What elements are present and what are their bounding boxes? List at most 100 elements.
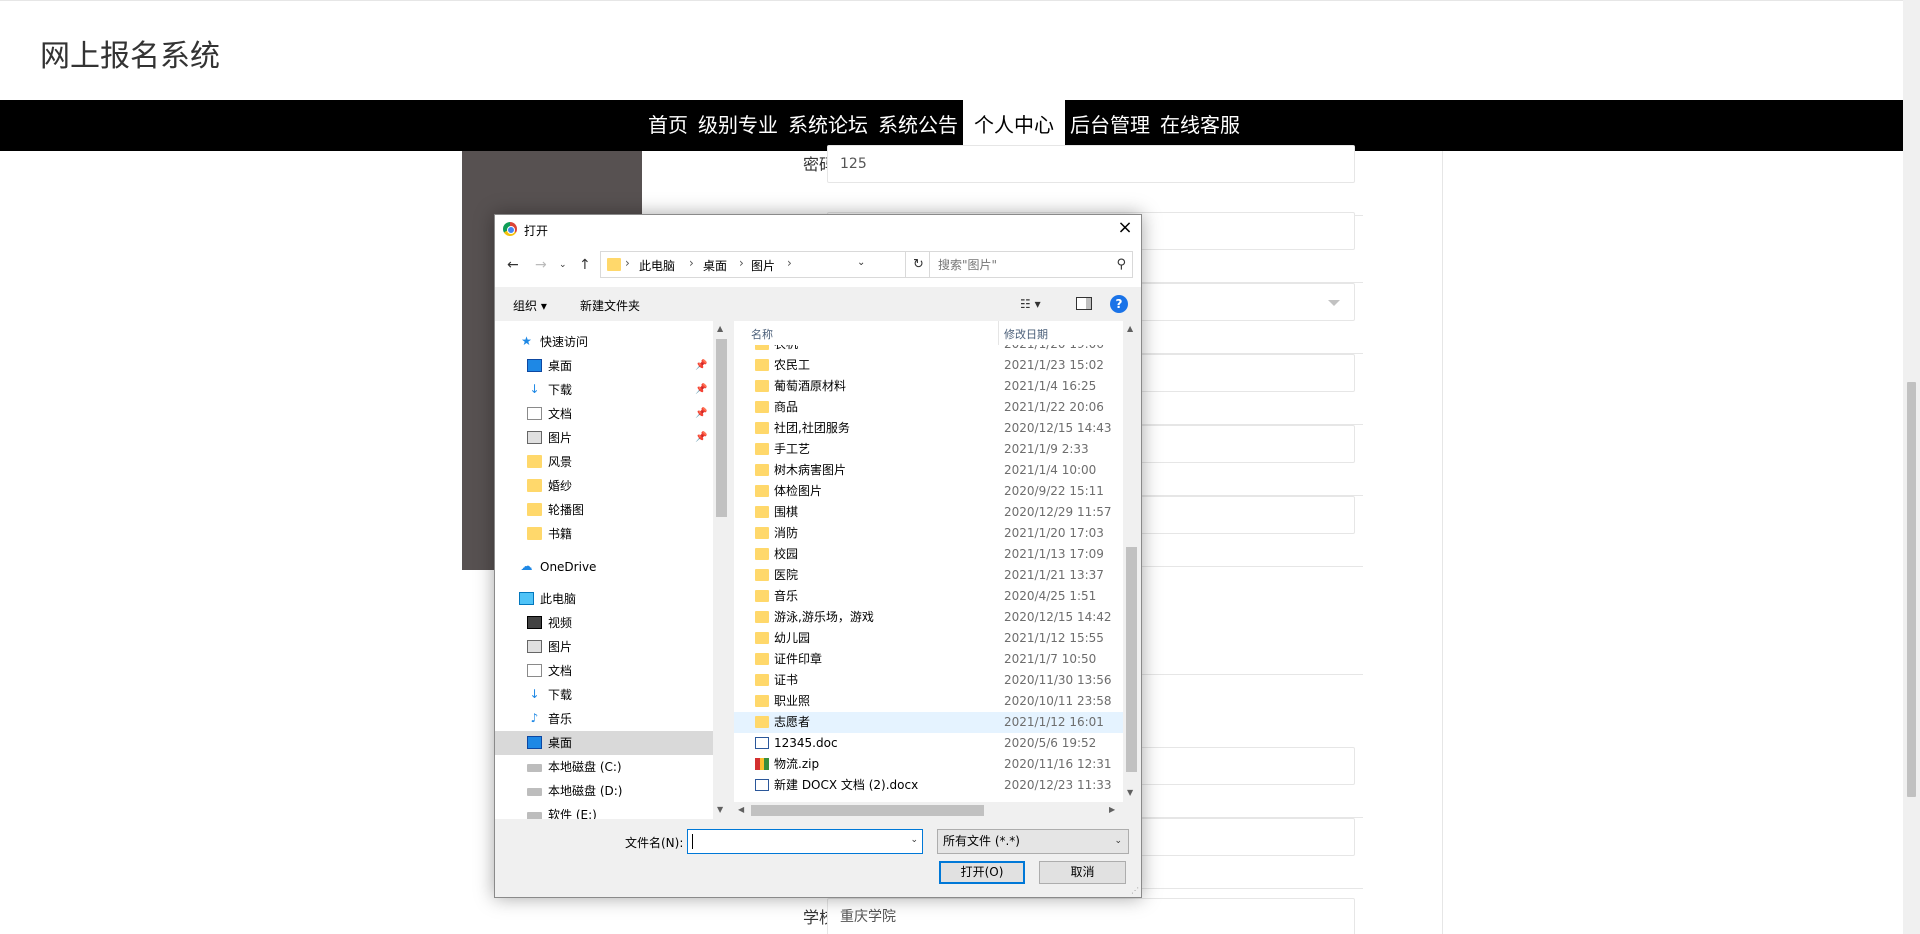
help-icon[interactable]: ? (1110, 295, 1128, 313)
back-arrow-icon[interactable]: ← (507, 257, 519, 273)
forward-arrow-icon[interactable]: → (535, 257, 547, 273)
tree-item[interactable]: 婚纱 (495, 474, 713, 498)
tree-item[interactable]: 书籍 (495, 522, 713, 546)
tree-item[interactable]: 本地磁盘 (D:) (495, 779, 713, 803)
tree-item[interactable]: ♪ 音乐 (495, 707, 713, 731)
file-name: 志愿者 (774, 715, 811, 729)
tree-item[interactable]: 此电脑 (495, 587, 713, 611)
tree-item[interactable]: 图片 📌 (495, 426, 713, 450)
file-list-horizontal-scrollbar-thumb[interactable] (751, 805, 984, 816)
page-scrollbar-thumb[interactable] (1907, 382, 1916, 797)
file-row[interactable]: 音乐 2020/4/25 1:51 (734, 586, 1123, 607)
scroll-right-icon[interactable]: ▶ (1109, 805, 1115, 814)
file-row[interactable]: 幼儿园 2021/1/12 15:55 (734, 628, 1123, 649)
password-field[interactable]: 125 (827, 145, 1355, 183)
file-list-header: ⌃ 名称 修改日期 (734, 321, 1123, 345)
open-button[interactable]: 打开(O) (939, 861, 1025, 884)
up-arrow-icon[interactable]: ↑ (579, 257, 591, 273)
scroll-left-icon[interactable]: ◀ (738, 805, 744, 814)
file-row[interactable]: 医院 2021/1/21 13:37 (734, 565, 1123, 586)
file-row[interactable]: 树木病害图片 2021/1/4 10:00 (734, 460, 1123, 481)
tree-item[interactable]: 风景 (495, 450, 713, 474)
close-button[interactable]: × (1113, 217, 1137, 241)
search-box[interactable]: ⚲ (929, 251, 1133, 278)
address-row: ← → ⌄ ↑ › 此电脑 › 桌面 › 图片 › ⌄ ↻ ⚲ (495, 243, 1141, 287)
breadcrumb-pictures[interactable]: 图片 (751, 257, 775, 274)
nav-item-6[interactable]: 在线客服 (1155, 100, 1245, 151)
nav-item-0[interactable]: 首页 (643, 100, 693, 151)
tree-item[interactable]: 本地磁盘 (C:) (495, 755, 713, 779)
browser-viewport: 网上报名系统 首页 级别专业 系统论坛 系统公告 个人中心 后台管理 在线客服 密码 125 (0, 0, 1920, 934)
file-row[interactable]: 商品 2021/1/22 20:06 (734, 397, 1123, 418)
organize-button[interactable]: 组织 ▾ (513, 297, 547, 314)
tree-item[interactable]: 桌面 📌 (495, 354, 713, 378)
file-row[interactable]: 消防 2021/1/20 17:03 (734, 523, 1123, 544)
search-input[interactable] (930, 252, 1106, 277)
chevron-down-icon[interactable]: ⌄ (857, 257, 865, 268)
scroll-up-icon[interactable]: ▲ (717, 324, 723, 333)
file-row[interactable]: 围棋 2020/12/29 11:57 (734, 502, 1123, 523)
column-date-modified[interactable]: 修改日期 (1004, 326, 1048, 342)
nav-item-2[interactable]: 系统论坛 (783, 100, 873, 151)
view-options-icon[interactable]: ☷ ▾ (1020, 297, 1041, 311)
file-row[interactable]: 游泳,游乐场，游戏 2020/12/15 14:42 (734, 607, 1123, 628)
column-name[interactable]: 名称 (751, 326, 773, 342)
file-row[interactable]: 体检图片 2020/9/22 15:11 (734, 481, 1123, 502)
file-row[interactable]: 社团,社团服务 2020/12/15 14:43 (734, 418, 1123, 439)
school-field[interactable]: 重庆学院 (827, 898, 1355, 934)
scroll-down-icon[interactable]: ▼ (1127, 788, 1133, 797)
filename-combo[interactable]: ⌄ (687, 829, 923, 854)
document-icon (755, 779, 769, 791)
tree-item[interactable]: ↓ 下载 📌 (495, 378, 713, 402)
navigation-pane-scrollbar-thumb[interactable] (716, 339, 727, 517)
file-list-vertical-scrollbar-thumb[interactable] (1126, 547, 1137, 772)
tree-item[interactable]: 文档 📌 (495, 402, 713, 426)
file-row[interactable]: 新建 DOCX 文档 (2).docx 2020/12/23 11:33 (734, 775, 1123, 796)
file-row[interactable]: 农民工 2021/1/23 15:02 (734, 355, 1123, 376)
recent-dropdown-icon[interactable]: ⌄ (559, 260, 567, 270)
preview-pane-icon[interactable] (1076, 297, 1092, 310)
file-row[interactable]: 12345.doc 2020/5/6 19:52 (734, 733, 1123, 754)
tree-item[interactable]: 轮播图 (495, 498, 713, 522)
address-bar[interactable]: › 此电脑 › 桌面 › 图片 › ⌄ (600, 251, 906, 278)
tree-item[interactable]: ☁ OneDrive (495, 555, 713, 579)
search-icon[interactable]: ⚲ (1116, 257, 1126, 272)
tree-item[interactable]: ★ 快速访问 (495, 330, 713, 354)
nav-item-1[interactable]: 级别专业 (693, 100, 783, 151)
column-divider[interactable] (998, 321, 999, 345)
file-row[interactable]: 物流.zip 2020/11/16 12:31 (734, 754, 1123, 775)
resize-grip-icon[interactable]: ⋰ (1131, 886, 1139, 895)
navigation-pane-scrollbar[interactable]: ▲ ▼ (713, 321, 730, 819)
page-scrollbar[interactable] (1903, 0, 1920, 934)
folder-icon (755, 653, 769, 665)
nav-item-5[interactable]: 后台管理 (1065, 100, 1155, 151)
breadcrumb-desktop[interactable]: 桌面 (703, 257, 727, 274)
filename-input[interactable] (688, 830, 898, 853)
chevron-down-icon[interactable]: ⌄ (910, 835, 918, 845)
cancel-button[interactable]: 取消 (1039, 861, 1126, 884)
nav-item-4[interactable]: 个人中心 (963, 100, 1065, 151)
drive-icon (527, 788, 542, 796)
file-row[interactable]: 证书 2020/11/30 13:56 (734, 670, 1123, 691)
nav-item-3[interactable]: 系统公告 (873, 100, 963, 151)
tree-item[interactable]: 视频 (495, 611, 713, 635)
file-row[interactable]: 志愿者 2021/1/12 16:01 (734, 712, 1123, 733)
tree-item[interactable]: 图片 (495, 635, 713, 659)
tree-item[interactable]: 软件 (E:) (495, 803, 713, 819)
file-row[interactable]: 手工艺 2021/1/9 2:33 (734, 439, 1123, 460)
file-list-horizontal-scrollbar[interactable]: ◀ ▶ (734, 802, 1123, 819)
tree-item[interactable]: ↓ 下载 (495, 683, 713, 707)
file-row[interactable]: 校园 2021/1/13 17:09 (734, 544, 1123, 565)
file-row[interactable]: 葡萄酒原材料 2021/1/4 16:25 (734, 376, 1123, 397)
scroll-up-icon[interactable]: ▲ (1127, 324, 1133, 333)
breadcrumb-this-pc[interactable]: 此电脑 (639, 257, 675, 274)
file-list-vertical-scrollbar[interactable]: ▲ ▼ (1123, 321, 1140, 802)
folder-icon (755, 422, 769, 434)
tree-item[interactable]: 桌面 (495, 731, 713, 755)
new-folder-button[interactable]: 新建文件夹 (580, 297, 640, 314)
file-type-select[interactable]: 所有文件 (*.*) ⌄ (937, 829, 1129, 854)
file-row[interactable]: 证件印章 2021/1/7 10:50 (734, 649, 1123, 670)
scroll-down-icon[interactable]: ▼ (717, 805, 723, 814)
file-row[interactable]: 职业照 2020/10/11 23:58 (734, 691, 1123, 712)
tree-item[interactable]: 文档 (495, 659, 713, 683)
